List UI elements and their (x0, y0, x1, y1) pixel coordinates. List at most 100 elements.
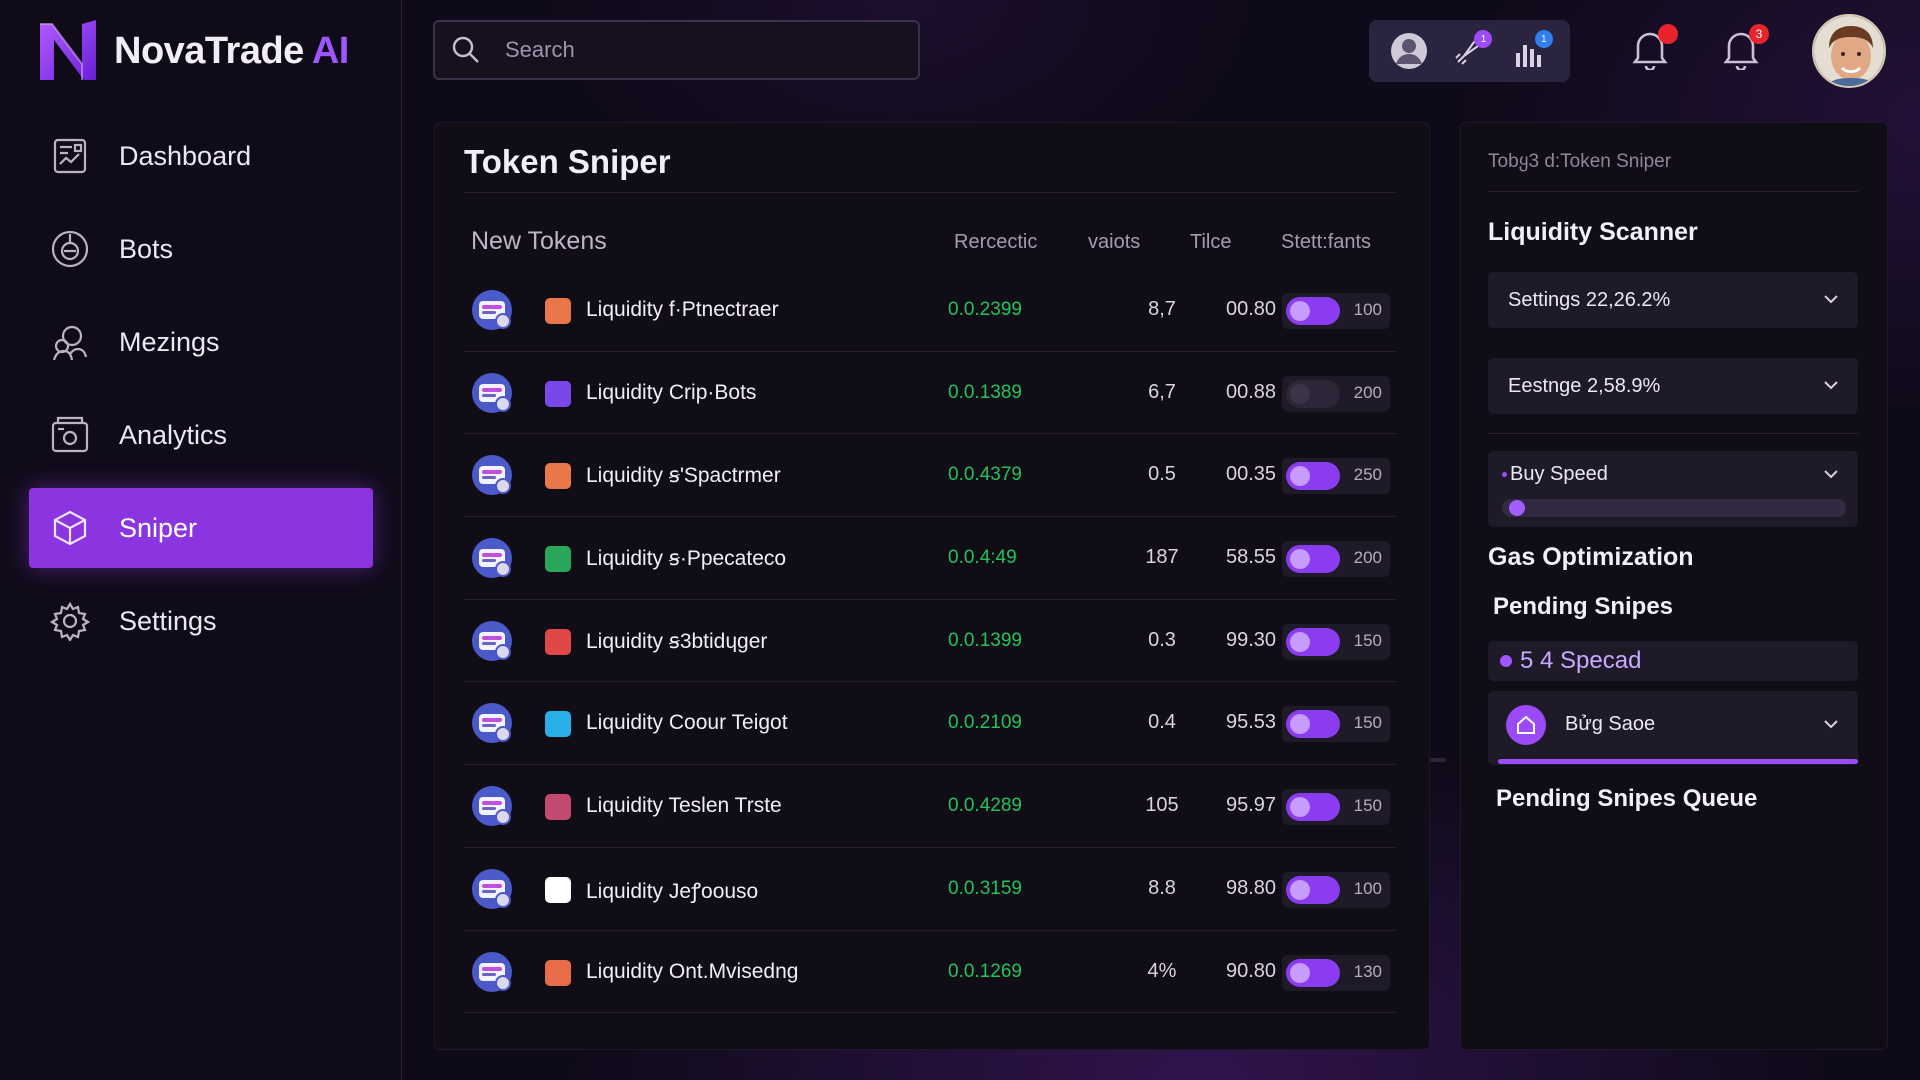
sidebar-item-mezings[interactable]: Mezings (29, 302, 373, 382)
snipe-amount: 250 (1353, 465, 1382, 485)
buy-saoe-dropdown[interactable]: Bửg Saoe (1488, 691, 1858, 765)
token-name[interactable]: Liquidity Coour Teigot (586, 711, 788, 735)
snipe-toggle[interactable] (1286, 710, 1340, 739)
column-header-rercectic[interactable]: Rercectic (954, 231, 1037, 254)
alerts-button[interactable]: 3 (1721, 24, 1769, 74)
table-row[interactable]: Liquidity ꞩ'Spactrmer 0.0.4379 0.5 00.35… (464, 434, 1396, 518)
snipe-toggle[interactable] (1286, 627, 1340, 656)
dashboard-icon (49, 135, 91, 177)
chevron-down-icon (1824, 720, 1838, 729)
snipe-toggle[interactable] (1286, 545, 1340, 574)
token-name[interactable]: Liquidity ꞩ·Ppecateco (586, 546, 786, 571)
sidebar-item-settings[interactable]: Settings (29, 581, 373, 661)
chart-badge: 1 (1534, 30, 1553, 48)
token-price: 0.0.4:49 (948, 547, 1017, 569)
token-name[interactable]: Liquidity Jeꝭoouso (586, 877, 758, 905)
token-volume: 8,7 (1148, 298, 1176, 320)
progress-fill (1498, 759, 1858, 764)
pair-icon (545, 546, 571, 573)
token-name[interactable]: Liquidity ꞩ'Spactrmer (586, 463, 781, 488)
snipe-amount: 200 (1353, 548, 1382, 568)
slider-handle[interactable] (1508, 500, 1525, 516)
snipe-toggle[interactable] (1286, 793, 1340, 822)
eestnge-dropdown-value: Eestnge 2,58.9% (1508, 374, 1661, 397)
home-icon (1506, 705, 1546, 745)
sidebar-item-dashboard[interactable]: Dashboard (29, 116, 373, 196)
table-row[interactable]: Liquidity ꞩ3btidɥger 0.0.1399 0.3 99.30 … (464, 600, 1396, 683)
app-logo[interactable]: NovaTrade AI (36, 18, 349, 84)
scroll-handle[interactable] (1430, 758, 1446, 762)
token-price: 0.0.1389 (948, 381, 1022, 403)
token-icon (472, 538, 512, 579)
snipe-toggle[interactable] (1286, 958, 1340, 987)
gear-icon (49, 600, 91, 642)
snipe-control: 130 (1282, 954, 1390, 991)
toggle-knob (1290, 797, 1310, 818)
user-circle-icon (1391, 33, 1428, 69)
table-row[interactable]: Liquidity Ont.Mvisedng 0.0.1269 4% 90.80… (464, 931, 1396, 1014)
column-header-stettfants[interactable]: Stett:fants (1281, 231, 1371, 254)
snipe-toggle[interactable] (1286, 462, 1340, 491)
table-row[interactable]: Liquidity Coour Teigot 0.0.2109 0.4 95.5… (464, 682, 1396, 766)
token-icon (472, 620, 512, 661)
token-icon (472, 372, 512, 413)
buy-speed-slider[interactable] (1502, 499, 1846, 517)
token-name[interactable]: Liquidity Crip·Bots (586, 381, 756, 405)
token-name[interactable]: Liquidity Teslen Trste (586, 794, 782, 818)
user-avatar[interactable] (1812, 14, 1886, 88)
sidebar-item-sniper[interactable]: Sniper (29, 488, 373, 568)
token-volume: 105 (1145, 794, 1179, 817)
sidebar-item-bots[interactable]: Bots (29, 209, 373, 289)
sidebar-item-analytics[interactable]: Analytics (29, 395, 373, 475)
settings-dropdown[interactable]: Settings 22,26.2% (1488, 272, 1858, 328)
token-icon (472, 951, 512, 992)
pending-snipes-queue-heading: Pending Snipes Queue (1496, 785, 1758, 812)
status-dot (1500, 655, 1512, 667)
snipe-control: 150 (1282, 789, 1390, 826)
snipe-amount: 150 (1353, 713, 1382, 733)
token-volume: 0.3 (1148, 628, 1176, 651)
rocket-quick-button[interactable]: 1 (1448, 30, 1493, 72)
snipe-amount: 130 (1353, 961, 1382, 981)
eestnge-dropdown[interactable]: Eestnge 2,58.9% (1488, 358, 1858, 414)
toggle-knob (1290, 879, 1310, 900)
table-row[interactable]: Liquidity ꞩ·Ppecateco 0.0.4:49 187 58.55… (464, 517, 1396, 600)
toggle-knob (1290, 383, 1310, 404)
buy-speed-text: Buy Speed (1510, 463, 1608, 485)
search-input[interactable] (505, 37, 885, 63)
token-name[interactable]: Liquidity Ont.Mvisedng (586, 960, 798, 984)
chevron-down-icon (1824, 295, 1838, 304)
table-row[interactable]: Liquidity Crip·Bots 0.0.1389 6,7 00.88 2… (464, 352, 1396, 435)
snipe-toggle[interactable] (1286, 379, 1340, 408)
pair-icon (545, 463, 571, 490)
column-header-vaiots[interactable]: vaiots (1088, 231, 1140, 254)
table-row[interactable]: Liquidity Jeꝭoouso 0.0.3159 8.8 98.80 10… (464, 848, 1396, 931)
pair-icon (545, 380, 571, 407)
buy-saoe-label: Bửg Saoe (1565, 713, 1656, 735)
search-icon (452, 36, 479, 63)
snipe-toggle[interactable] (1286, 875, 1340, 904)
table-row[interactable]: Liquidity Teslen Trste 0.0.4289 105 95.9… (464, 765, 1396, 848)
breadcrumb: Tobყ3 d:Token Sniper (1488, 151, 1672, 172)
sidebar-item-label: Bots (119, 233, 174, 264)
pair-icon (545, 628, 571, 655)
snipe-control: 200 (1282, 541, 1390, 578)
notifications-button[interactable] (1630, 24, 1678, 74)
table-row[interactable]: Liquidity f·Ptnectraer 0.0.2399 8,7 00.8… (464, 269, 1396, 352)
column-header-new-tokens[interactable]: New Tokens (471, 227, 607, 256)
column-header-tilce[interactable]: Tilce (1190, 231, 1231, 254)
token-price: 0.0.3159 (948, 877, 1022, 899)
snipe-toggle[interactable] (1286, 297, 1340, 325)
profile-quick-button[interactable] (1388, 30, 1430, 72)
token-icon (472, 455, 512, 496)
snipe-amount: 100 (1353, 878, 1382, 898)
token-name[interactable]: Liquidity ꞩ3btidɥger (586, 629, 767, 654)
search-bar[interactable] (433, 20, 920, 80)
token-table: Liquidity f·Ptnectraer 0.0.2399 8,7 00.8… (464, 269, 1396, 1014)
snipe-control: 200 (1282, 375, 1390, 412)
token-name[interactable]: Liquidity f·Ptnectraer (586, 298, 779, 322)
meetings-icon (49, 321, 91, 363)
chevron-down-icon[interactable] (1822, 465, 1840, 483)
chart-quick-button[interactable]: 1 (1509, 30, 1553, 72)
gas-optimization-heading: Gas Optimization (1488, 543, 1694, 571)
